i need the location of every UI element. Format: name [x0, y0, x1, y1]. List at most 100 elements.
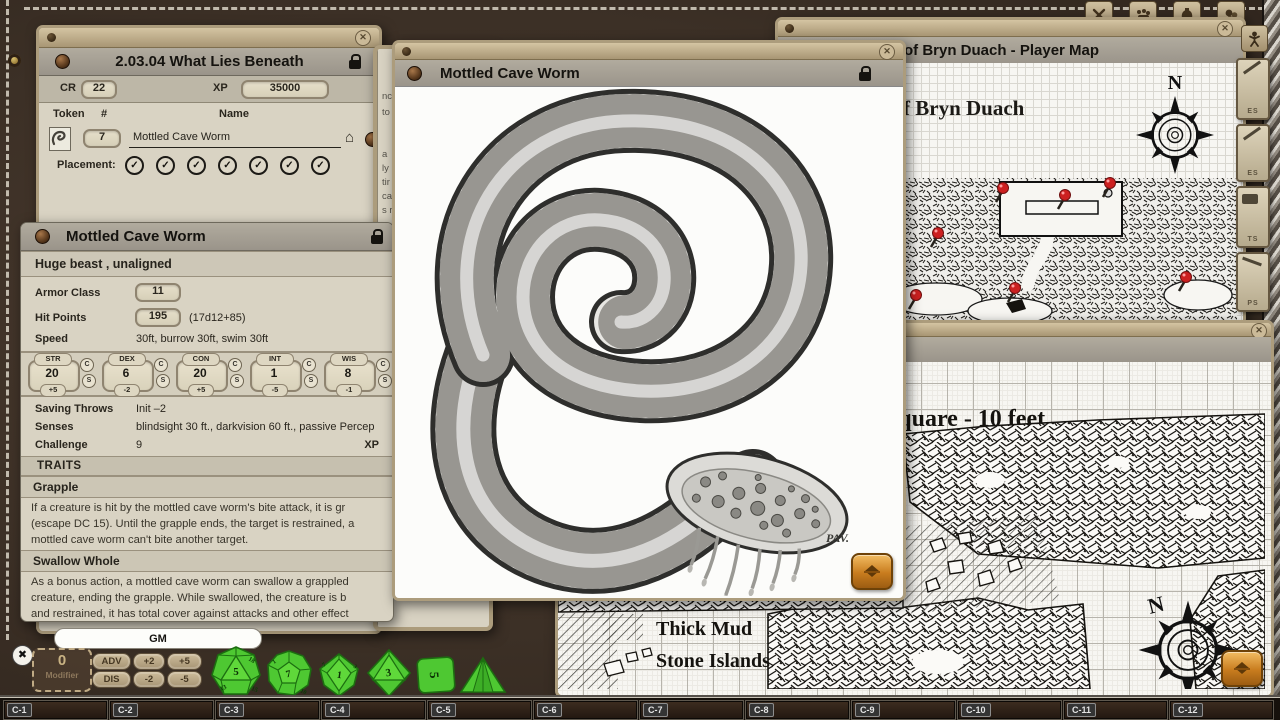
hotkey-slot[interactable]: C-8	[746, 701, 849, 719]
ability-save-button[interactable]: S	[378, 374, 392, 388]
sidebar-tab[interactable]: TS	[1236, 186, 1270, 248]
placement-check-icon[interactable]: ✓	[249, 156, 268, 175]
sidebar-tab-label: ES	[1238, 170, 1268, 177]
placement-check-icon[interactable]: ✓	[311, 156, 330, 175]
hotkey-label: C-3	[219, 703, 244, 717]
plus2-button[interactable]: +2	[133, 653, 165, 670]
placement-check-icon[interactable]: ✓	[156, 156, 175, 175]
map-mask-button[interactable]	[1221, 650, 1263, 687]
plus5-button[interactable]: +5	[167, 653, 202, 670]
ability-con[interactable]: CON 20 +5 C S	[176, 353, 249, 395]
dice-d8[interactable]: 3	[366, 649, 412, 702]
hotkey-slot[interactable]: C-7	[640, 701, 743, 719]
ability-mod[interactable]: -5	[262, 384, 288, 397]
minus2-button[interactable]: -2	[133, 671, 165, 688]
ability-mod[interactable]: +5	[188, 384, 214, 397]
hotkey-label: C-4	[325, 703, 350, 717]
story-text-fragment: ly	[382, 163, 389, 174]
ability-score[interactable]: 6	[102, 366, 150, 380]
ability-dex[interactable]: DEX 6 -2 C S	[102, 353, 175, 395]
ability-save-button[interactable]: S	[230, 374, 244, 388]
dice-d6[interactable]: 5	[415, 656, 457, 701]
ability-score[interactable]: 20	[176, 366, 224, 380]
cave-worm-illustration	[395, 87, 897, 596]
window-menu-icon[interactable]	[407, 66, 422, 81]
image-tool-button[interactable]	[851, 553, 893, 590]
hotkey-slot[interactable]: C-12	[1170, 701, 1273, 719]
hp-field[interactable]: 195	[135, 308, 181, 327]
dice-d12[interactable]: 7 1 10	[266, 650, 313, 702]
chat-menu-icon[interactable]: ✖	[12, 645, 33, 666]
map-titlebar[interactable]: ✕	[778, 20, 1243, 37]
hotkey-slot[interactable]: C-4	[322, 701, 425, 719]
ability-score[interactable]: 1	[250, 366, 298, 380]
cr-label: CR	[60, 82, 76, 94]
hotkey-slot[interactable]: C-10	[958, 701, 1061, 719]
ability-score[interactable]: 8	[324, 366, 372, 380]
close-icon[interactable]: ✕	[1217, 21, 1233, 37]
hotkey-slot[interactable]: C-5	[428, 701, 531, 719]
placement-check-icon[interactable]: ✓	[187, 156, 206, 175]
lock-icon[interactable]	[349, 60, 361, 69]
dice-d20[interactable]: 5 13 18 15	[210, 645, 262, 702]
ac-field[interactable]: 11	[135, 283, 181, 302]
ability-check-button[interactable]: C	[376, 358, 390, 372]
close-icon[interactable]: ✕	[355, 30, 371, 46]
ability-save-button[interactable]: S	[156, 374, 170, 388]
ability-mod[interactable]: -1	[336, 384, 362, 397]
disadvantage-button[interactable]: DIS	[92, 671, 131, 688]
token-name-field[interactable]: Mottled Cave Worm	[133, 131, 230, 143]
ability-mod[interactable]: -2	[114, 384, 140, 397]
window-menu-icon[interactable]	[35, 229, 50, 244]
dice-d4[interactable]	[459, 656, 507, 701]
hotkey-slot[interactable]: C-3	[216, 701, 319, 719]
window-menu-icon[interactable]	[55, 54, 70, 69]
ability-int[interactable]: INT 1 -5 C S	[250, 353, 323, 395]
sidebar-tab[interactable]: ES	[1236, 124, 1270, 182]
cr-field[interactable]: 22	[81, 80, 117, 99]
hotkey-slot[interactable]: C-11	[1064, 701, 1167, 719]
sidebar-tab-label: ES	[1238, 108, 1268, 115]
placement-check-icon[interactable]: ✓	[218, 156, 237, 175]
legend-mud-label: Thick Mud	[656, 618, 752, 640]
close-icon[interactable]: ✕	[879, 44, 895, 60]
advantage-button[interactable]: ADV	[92, 653, 131, 670]
trait-text-line: As a bonus action, a mottled cave worm c…	[21, 574, 393, 590]
encounter-header: 2.03.04 What Lies Beneath	[39, 48, 379, 76]
npc-statblock-window[interactable]: Mottled Cave Worm Huge beast , unaligned…	[20, 222, 394, 622]
ability-check-button[interactable]: C	[302, 358, 316, 372]
toolbar-character-button[interactable]	[1241, 25, 1268, 52]
ability-check-button[interactable]: C	[154, 358, 168, 372]
ability-mod[interactable]: +5	[40, 384, 66, 397]
lock-icon[interactable]	[371, 235, 383, 244]
worm-token[interactable]	[49, 127, 71, 151]
ability-save-button[interactable]: S	[82, 374, 96, 388]
ability-wis[interactable]: WIS 8 -1 C S	[324, 353, 394, 395]
minus5-button[interactable]: -5	[167, 671, 202, 688]
modifier-box[interactable]: 0 Modifier	[32, 648, 92, 692]
ability-check-button[interactable]: C	[80, 358, 94, 372]
ability-str[interactable]: STR 20 +5 C S	[28, 353, 101, 395]
image-window[interactable]: ✕ Mottled Cave Worm	[392, 40, 906, 601]
encounter-titlebar[interactable]: ✕	[39, 28, 379, 48]
hotkey-slot[interactable]: C-1	[4, 701, 107, 719]
xp-field[interactable]: 35000	[241, 80, 329, 99]
hotkey-label: C-2	[113, 703, 138, 717]
hotkey-slot[interactable]: C-6	[534, 701, 637, 719]
placement-check-icon[interactable]: ✓	[125, 156, 144, 175]
dice-d10[interactable]: 1 7 3	[316, 653, 362, 702]
hotkey-slot[interactable]: C-9	[852, 701, 955, 719]
ability-score[interactable]: 20	[28, 366, 76, 380]
image-titlebar[interactable]: ✕	[395, 43, 903, 60]
ability-save-button[interactable]: S	[304, 374, 318, 388]
ability-name: INT	[256, 353, 294, 366]
sidebar-tab[interactable]: ES	[1236, 58, 1270, 120]
placement-check-icon[interactable]: ✓	[280, 156, 299, 175]
compass-north-label: N	[1145, 591, 1167, 619]
ability-check-button[interactable]: C	[228, 358, 242, 372]
token-count-field[interactable]: 7	[83, 129, 121, 148]
hotkey-slot[interactable]: C-2	[110, 701, 213, 719]
house-icon[interactable]: ⌂	[345, 131, 354, 145]
lock-icon[interactable]	[859, 72, 871, 81]
sidebar-tab[interactable]: PS	[1236, 252, 1270, 312]
